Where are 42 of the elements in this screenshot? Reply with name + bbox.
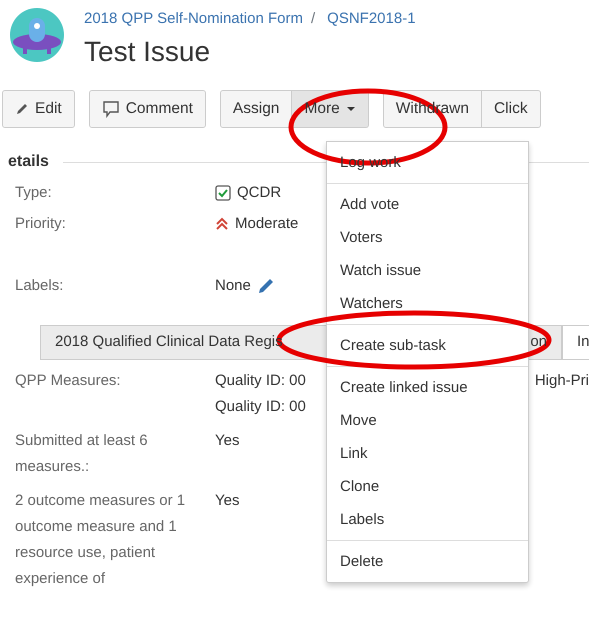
menu-item[interactable]: Move xyxy=(327,404,528,437)
issue-title: Test Issue xyxy=(84,34,212,68)
field-label: 2 outcome measures or 1 outcome measure and 1 resource use, patient experience of xyxy=(15,490,186,589)
menu-item[interactable]: Create sub-task xyxy=(327,329,528,362)
menu-item[interactable]: Add vote xyxy=(327,188,528,221)
field-value: Yes xyxy=(215,430,240,451)
breadcrumb-separator: / xyxy=(311,9,316,29)
section-heading: etails xyxy=(8,152,49,172)
field-value: Yes xyxy=(215,490,240,511)
checkbox-icon xyxy=(215,185,231,202)
field-label: Submitted at least 6 measures.: xyxy=(15,430,149,477)
menu-item[interactable]: Labels xyxy=(327,503,528,536)
menu-item[interactable]: Clone xyxy=(327,470,528,503)
field-value: High-Pri xyxy=(534,370,589,391)
field-value: QCDR xyxy=(237,183,282,204)
menu-item[interactable]: Voters xyxy=(327,221,528,254)
breadcrumb-link[interactable]: 2018 QPP Self-Nomination Form xyxy=(84,8,303,30)
toolbar-button[interactable]: Click xyxy=(482,90,541,128)
menu-item[interactable]: Watchers xyxy=(327,287,528,320)
pencil-icon xyxy=(256,277,275,296)
toolbar-button[interactable]: Comment xyxy=(88,90,206,128)
field-label: QPP Measures: xyxy=(15,370,122,391)
priority-icon xyxy=(215,217,229,232)
menu-item[interactable]: Delete xyxy=(327,545,528,578)
menu-item[interactable]: Link xyxy=(327,437,528,470)
menu-item[interactable]: Watch issue xyxy=(327,254,528,287)
toolbar-button[interactable]: Edit xyxy=(2,90,75,128)
speech-bubble-icon xyxy=(102,100,120,118)
toolbar-button[interactable]: Assign xyxy=(220,90,292,128)
field-label: Type: xyxy=(15,183,53,204)
field-label: Priority: xyxy=(15,214,67,234)
field-value: None xyxy=(215,276,251,296)
caret-icon xyxy=(346,106,356,112)
project-avatar-icon xyxy=(10,8,64,62)
field-label: Labels: xyxy=(15,276,64,296)
field-value: Quality ID: 00 xyxy=(215,370,306,391)
field-value: Quality ID: 00 xyxy=(215,396,306,417)
menu-item[interactable]: Create linked issue xyxy=(327,371,528,404)
field-value: Moderate xyxy=(235,214,298,234)
breadcrumb-link[interactable]: QSNF2018-1 xyxy=(327,8,416,30)
pencil-icon xyxy=(15,102,29,116)
tab[interactable]: In xyxy=(562,325,589,359)
